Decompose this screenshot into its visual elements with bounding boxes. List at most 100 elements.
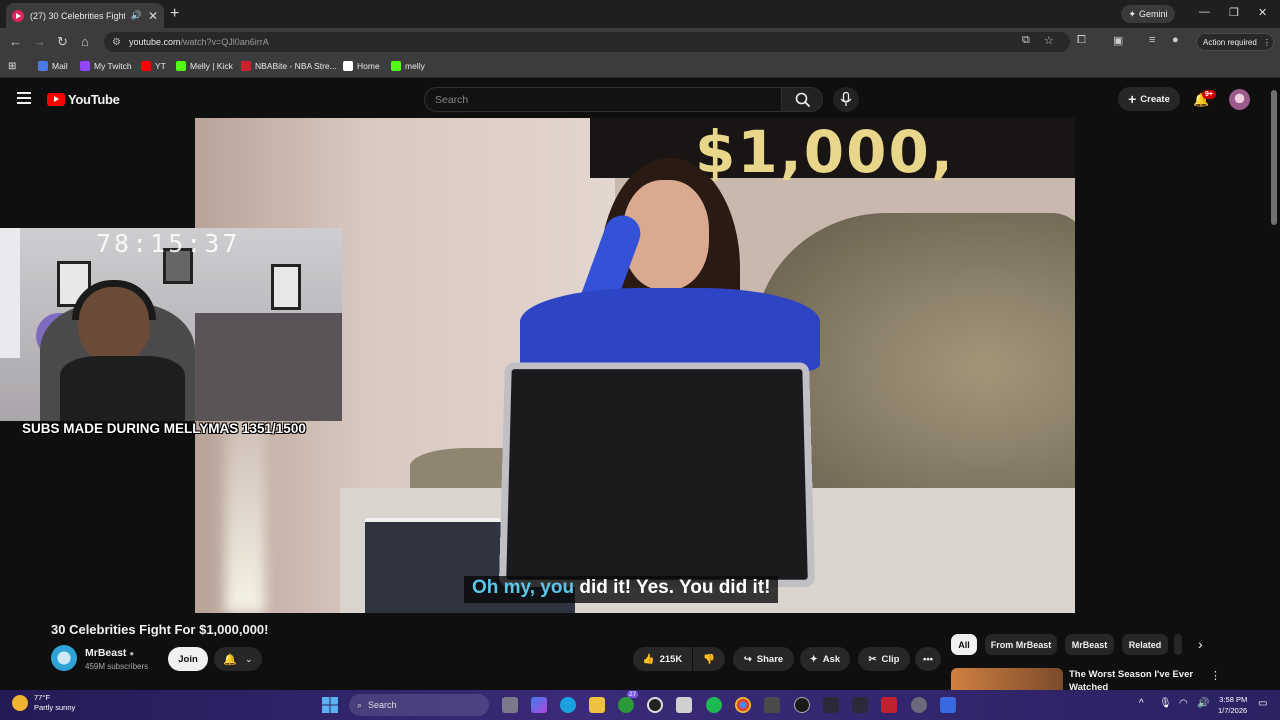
scissors-icon: ✂: [868, 653, 877, 665]
search-input[interactable]: Search: [424, 87, 782, 112]
clip-button[interactable]: ✂ Clip: [858, 647, 910, 671]
search-icon: [795, 92, 811, 108]
edge-icon[interactable]: [560, 697, 576, 713]
bookmark-nbabite[interactable]: NBABite - NBA Stre...: [241, 61, 337, 71]
xbox-icon[interactable]: [618, 697, 634, 713]
bookmark-home[interactable]: Home: [343, 61, 380, 71]
ask-button[interactable]: ✦ Ask: [800, 647, 850, 671]
search-button[interactable]: [781, 87, 823, 112]
player-icon[interactable]: [794, 697, 810, 713]
site-info-icon[interactable]: ⚙: [112, 37, 121, 48]
bookmark-star-icon[interactable]: ☆: [1044, 34, 1054, 47]
spotify-icon[interactable]: [706, 697, 722, 713]
install-app-icon[interactable]: ⧉: [1022, 34, 1030, 47]
reading-list-icon[interactable]: ≡: [1149, 34, 1155, 46]
caption-highlight: Oh my, you: [472, 577, 575, 598]
apps-grid-icon[interactable]: ⊞: [8, 61, 16, 72]
clip-label: Clip: [881, 653, 900, 665]
chip-related[interactable]: Related: [1122, 634, 1168, 655]
recommended-more-icon[interactable]: ⋮: [1210, 669, 1221, 682]
x-icon: [343, 61, 353, 71]
chip-from-mrbeast[interactable]: From MrBeast: [985, 634, 1057, 655]
microphone-icon[interactable]: 🎙: [1159, 698, 1172, 709]
like-count: 215K: [659, 653, 683, 665]
windows-start-icon[interactable]: [322, 697, 338, 713]
notification-center-icon[interactable]: ▭: [1258, 698, 1267, 709]
app-icon[interactable]: [823, 697, 839, 713]
copilot-icon[interactable]: [531, 697, 547, 713]
subs-counter: SUBS MADE DURING MELLYMAS 1351/1500: [22, 421, 306, 436]
speaker-icon[interactable]: 🔊: [131, 10, 142, 21]
recommended-title[interactable]: The Worst Season I've Ever Watched: [1069, 668, 1199, 690]
reload-icon[interactable]: ↻: [57, 34, 68, 50]
back-icon[interactable]: ←: [9, 34, 22, 49]
create-button[interactable]: + Create: [1118, 87, 1180, 111]
address-bar[interactable]: ⚙ youtube.com /watch?v=QJl0an6irrA: [104, 32, 1070, 52]
youtube-logo[interactable]: YouTube: [47, 92, 120, 107]
forward-icon[interactable]: →: [33, 34, 46, 49]
bookmark-melly-kick[interactable]: Melly | Kick: [176, 61, 233, 71]
xbox-badge: 27: [627, 691, 639, 698]
github-icon[interactable]: [647, 697, 663, 713]
bookmark-my-twitch[interactable]: My Twitch: [80, 61, 132, 71]
more-menu-icon[interactable]: ⋮: [1263, 38, 1271, 47]
taskbar-clock[interactable]: 3:58 PM 1/7/2026: [1218, 694, 1247, 716]
action-required-button[interactable]: Action required ⋮: [1196, 33, 1274, 51]
bookmark-melly[interactable]: melly: [391, 61, 425, 71]
home-icon[interactable]: ⌂: [81, 34, 89, 49]
app-icon[interactable]: [881, 697, 897, 713]
share-button[interactable]: ↪ Share: [733, 647, 794, 671]
account-avatar[interactable]: [1229, 89, 1250, 110]
restore-icon[interactable]: ❐: [1229, 6, 1239, 19]
store-icon[interactable]: [676, 697, 692, 713]
channel-name[interactable]: MrBeast ●: [85, 647, 134, 659]
wifi-icon[interactable]: ◠: [1179, 698, 1188, 709]
side-panel-icon[interactable]: ▣: [1113, 34, 1123, 47]
tray-chevron-icon[interactable]: ^: [1139, 698, 1144, 709]
menu-icon[interactable]: [17, 92, 31, 107]
chip-mrbeast[interactable]: MrBeast: [1065, 634, 1114, 655]
gemini-label: Gemini: [1139, 9, 1168, 19]
subscription-bell-button[interactable]: 🔔 ⌄: [214, 647, 262, 671]
channel-avatar[interactable]: [51, 645, 77, 671]
bookmark-yt[interactable]: YT: [141, 61, 166, 71]
like-button[interactable]: 👍 215K: [633, 647, 692, 671]
url-domain: youtube.com: [128, 37, 181, 47]
sparkle-icon: ✦: [809, 653, 818, 665]
windows-taskbar: 77°F Partly sunny ⌕ Search 27 ^ 🎙 ◠ 🔊 3:…: [0, 690, 1280, 720]
gemini-button[interactable]: ✦ Gemini: [1121, 5, 1175, 23]
app-icon[interactable]: [852, 697, 868, 713]
dislike-button[interactable]: 👎: [693, 647, 725, 671]
weather-widget[interactable]: 77°F Partly sunny: [12, 693, 75, 713]
page-scrollbar[interactable]: [1271, 90, 1277, 225]
extensions-icon[interactable]: ⧠: [1077, 34, 1086, 47]
chip-partial[interactable]: [1174, 634, 1182, 655]
profile-icon[interactable]: ●: [1172, 34, 1179, 46]
close-tab-icon[interactable]: ✕: [148, 9, 158, 23]
settings-icon[interactable]: [911, 697, 927, 713]
bookmark-label: Home: [357, 61, 380, 71]
browser-tab[interactable]: (27) 30 Celebrities Fight Fo 🔊 ✕: [6, 3, 164, 28]
channel-name-text: MrBeast: [85, 647, 127, 659]
close-window-icon[interactable]: ✕: [1258, 6, 1267, 19]
weather-sun-icon: [12, 695, 28, 711]
app-icon[interactable]: [764, 697, 780, 713]
file-explorer-icon[interactable]: [589, 697, 605, 713]
chrome-icon[interactable]: [735, 697, 751, 713]
task-view-icon[interactable]: [502, 697, 518, 713]
new-tab-button[interactable]: +: [170, 5, 179, 23]
volume-icon[interactable]: 🔊: [1197, 698, 1209, 709]
chip-all[interactable]: All: [951, 634, 977, 655]
bookmark-mail[interactable]: Mail: [38, 61, 68, 71]
recommended-thumbnail[interactable]: [951, 668, 1063, 690]
join-button[interactable]: Join: [168, 647, 208, 671]
more-actions-button[interactable]: •••: [915, 647, 941, 671]
minimize-icon[interactable]: —: [1199, 6, 1210, 18]
action-required-label: Action required: [1203, 37, 1257, 47]
app-icon[interactable]: [940, 697, 956, 713]
chevron-right-icon[interactable]: ›: [1198, 636, 1203, 652]
nbabite-icon: [241, 61, 251, 71]
taskbar-search[interactable]: ⌕ Search: [349, 694, 489, 716]
bell-icon: 🔔: [223, 653, 238, 666]
voice-search-button[interactable]: [833, 87, 859, 112]
